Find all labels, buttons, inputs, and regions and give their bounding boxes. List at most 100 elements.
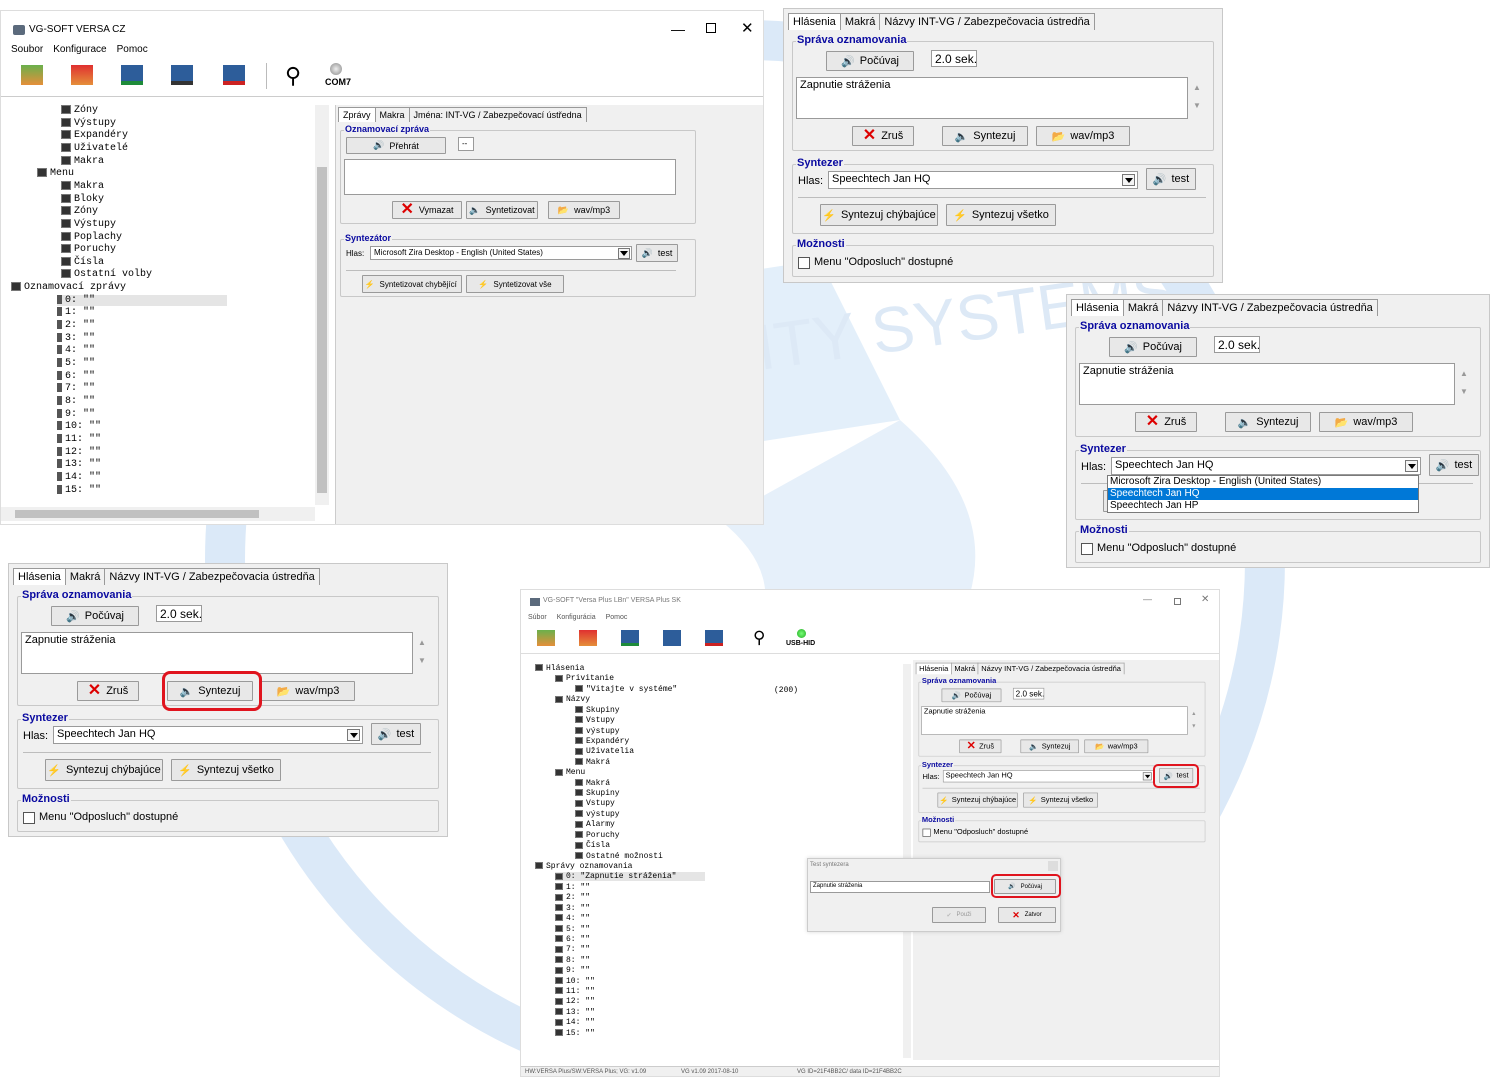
read-icon[interactable] — [537, 630, 555, 646]
tree-message-item[interactable]: 11: "" — [57, 433, 101, 445]
cancel-button[interactable]: ✕ Zruš — [959, 739, 1002, 754]
tree-node[interactable]: 13: "" — [555, 1008, 595, 1017]
tree-message-item[interactable]: 15: "" — [57, 484, 101, 496]
monitor-icon[interactable] — [663, 630, 681, 646]
tree-node[interactable]: Makra — [61, 155, 104, 167]
tab-macros[interactable]: Makrá — [1122, 299, 1164, 316]
synthesize-button[interactable]: 🔈 Syntetizovat — [466, 201, 538, 219]
tab-macros[interactable]: Makrá — [839, 13, 881, 30]
menu-help[interactable]: Pomoc — [606, 614, 628, 621]
tab-names[interactable]: Jména: INT-VG / Zabezpečovací ústředna — [408, 107, 587, 122]
message-text-area[interactable]: Zapnutie stráženia — [921, 706, 1188, 735]
odposluch-checkbox[interactable] — [798, 257, 810, 269]
test-button[interactable]: 🔊 test — [636, 244, 678, 262]
voice-dropdown-arrow[interactable] — [1122, 174, 1135, 186]
synthesize-all-button[interactable]: ⚡Syntezuj všetko — [946, 204, 1056, 226]
synthesize-button[interactable]: 🔈 Syntezuj — [1020, 739, 1079, 754]
test-button[interactable]: 🔊 test — [371, 723, 421, 745]
wav-button[interactable]: 📂 wav/mp3 — [1319, 412, 1413, 432]
tree-message-item[interactable]: 10: "" — [57, 421, 101, 432]
tree-node[interactable]: výstupy — [575, 810, 620, 819]
voice-dropdown-arrow[interactable] — [618, 248, 630, 259]
horizontal-scrollbar[interactable] — [1, 507, 315, 521]
test-button[interactable]: 🔊 test — [1429, 454, 1479, 476]
synthesize-button[interactable]: 🔈 Syntezuj — [1225, 412, 1311, 432]
tree-node[interactable]: Skupiny — [575, 706, 620, 715]
tree-node[interactable]: Bloky — [61, 193, 104, 205]
cancel-button[interactable]: ✕ Zruš — [852, 126, 914, 146]
tree-node[interactable]: Ostatní volby — [61, 269, 152, 281]
tree-node[interactable]: Vstupy — [575, 716, 615, 725]
tree-node[interactable]: Privitanie — [555, 674, 614, 683]
tab-macros[interactable]: Makrá — [64, 568, 106, 585]
dialog-text-field[interactable]: Zapnutie stráženia — [810, 881, 990, 893]
tree-node[interactable]: 8: "" — [555, 956, 590, 965]
tree-node[interactable]: 9: "" — [555, 966, 590, 975]
tree-node[interactable]: 3: "" — [555, 904, 590, 913]
synthesize-button[interactable]: 🔈 Syntezuj — [942, 126, 1028, 146]
tree-node[interactable]: výstupy — [575, 727, 620, 736]
synthesize-missing-button[interactable]: ⚡ Syntezuj chýbajúce — [45, 759, 163, 781]
tree-node[interactable]: Ostatné možnosti — [575, 852, 663, 861]
text-scrollbar[interactable]: ▲ ▼ — [1457, 365, 1471, 403]
tree-node[interactable]: Oznamovací zprávy — [11, 282, 126, 293]
wav-button[interactable]: 📂 wav/mp3 — [548, 201, 620, 219]
voice-option[interactable]: Microsoft Zira Desktop - English (United… — [1108, 476, 1418, 488]
minimize-icon[interactable]: — — [671, 21, 685, 37]
tree-message-item[interactable]: 8: "" — [57, 395, 95, 407]
tree-node[interactable]: Expandéry — [575, 737, 629, 746]
tree-node[interactable]: 10: "" — [555, 977, 595, 986]
tree-message-item[interactable]: 13: "" — [57, 459, 101, 470]
read-icon[interactable] — [21, 65, 43, 85]
tree-node[interactable]: Makrá — [575, 779, 610, 788]
voice-option[interactable]: Speechtech Jan HP — [1108, 500, 1418, 512]
message-text-area[interactable] — [344, 159, 676, 195]
maximize-icon[interactable] — [1174, 598, 1181, 605]
tree-node[interactable]: 15: "" — [555, 1029, 595, 1038]
tree-node[interactable]: 4: "" — [555, 914, 590, 923]
tree-message-item[interactable]: 3: "" — [57, 332, 95, 344]
write-icon[interactable] — [579, 630, 597, 646]
play-button[interactable]: 🔊 Počúvaj — [826, 51, 914, 71]
synthesize-all-button[interactable]: ⚡Syntezuj všetko — [171, 759, 281, 781]
text-scrollbar[interactable]: ▲ ▼ — [415, 634, 429, 672]
play-button[interactable]: 🔊 Počúvaj — [1109, 337, 1197, 357]
cancel-button[interactable]: ✕ Zruš — [77, 681, 139, 701]
tree-node[interactable]: 5: "" — [555, 925, 590, 934]
tree-node[interactable]: "Vitajte v systéme" — [575, 685, 677, 694]
tree-message-item[interactable]: 9: "" — [57, 408, 95, 420]
voice-select[interactable]: Speechtech Jan HQ — [942, 770, 1154, 783]
tree-node[interactable]: 12: "" — [555, 997, 595, 1006]
synthesize-all-button[interactable]: ⚡Syntezuj všetko — [1023, 792, 1098, 808]
voice-select[interactable]: Speechtech Jan HQ — [828, 171, 1138, 189]
tree-message-item[interactable]: 0: "" — [57, 294, 227, 306]
tree-node[interactable]: Skupiny — [575, 789, 620, 798]
maximize-icon[interactable] — [706, 23, 716, 33]
settings-icon[interactable]: ⚲ — [753, 628, 765, 648]
dialog-close-icon[interactable] — [1048, 861, 1058, 871]
close-icon[interactable]: ✕ — [741, 19, 754, 37]
play-button[interactable]: 🔊 Přehrát — [346, 137, 446, 154]
message-text-area[interactable]: Zapnutie stráženia — [1079, 363, 1455, 405]
tab-names[interactable]: Názvy INT-VG / Zabezpečovacia ústredňa — [104, 568, 320, 585]
tab-announcements[interactable]: Hlásenia — [1071, 299, 1124, 316]
menu-file[interactable]: Súbor — [528, 614, 547, 621]
text-scrollbar[interactable]: ▲ ▼ — [1189, 708, 1199, 734]
play-button[interactable]: 🔊 Počúvaj — [941, 688, 1002, 703]
text-scrollbar[interactable]: ▲ ▼ — [1190, 79, 1204, 117]
delete-button[interactable]: ✕ Vymazat — [392, 201, 462, 219]
tree-node[interactable]: Poruchy — [575, 831, 620, 840]
voice-dropdown-arrow[interactable] — [1142, 772, 1152, 781]
voice-dropdown-arrow[interactable] — [1405, 460, 1418, 472]
synthesize-missing-button[interactable]: ⚡ Syntezuj chýbajúce — [820, 204, 938, 226]
tree-node[interactable]: Makra — [61, 180, 104, 192]
tree-node[interactable]: 0: "Zapnutie stráženia" — [555, 872, 705, 882]
monitor-connect-icon[interactable] — [121, 65, 143, 85]
menu-file[interactable]: Soubor — [11, 44, 43, 55]
tree-node[interactable]: Čísla — [575, 841, 610, 850]
monitor-disconnect-icon[interactable] — [223, 65, 245, 85]
tree-node[interactable]: 6: "" — [555, 935, 590, 944]
tab-names[interactable]: Názvy INT-VG / Zabezpečovacia ústredňa — [879, 13, 1095, 30]
voice-select[interactable]: Speechtech Jan HQ — [1111, 457, 1421, 475]
tree-message-item[interactable]: 2: "" — [57, 320, 95, 331]
